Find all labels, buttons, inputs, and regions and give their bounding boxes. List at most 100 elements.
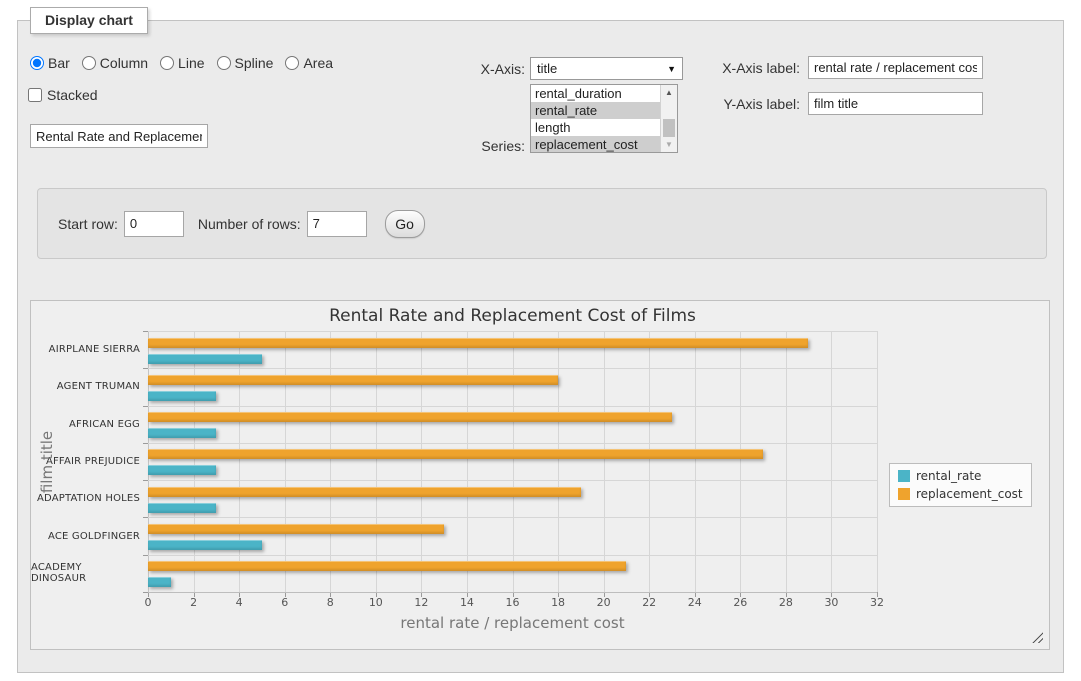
x-gridline bbox=[786, 331, 787, 592]
start-row-input[interactable] bbox=[124, 211, 184, 237]
chart-title-input[interactable] bbox=[30, 124, 208, 148]
series-option-rental_rate[interactable]: rental_rate bbox=[531, 102, 660, 119]
page: Display chart Bar Column Line Spline Area St… bbox=[0, 0, 1081, 681]
radio-spline[interactable] bbox=[217, 56, 231, 70]
x-gridline bbox=[740, 331, 741, 592]
x-tick-label: 26 bbox=[733, 596, 747, 609]
y-tick-mark bbox=[143, 443, 148, 444]
category-label: AIRPLANE SIERRA bbox=[31, 331, 140, 368]
chart-type-option-bar[interactable]: Bar bbox=[30, 55, 70, 71]
y-gridline bbox=[148, 555, 877, 556]
y-gridline bbox=[148, 443, 877, 444]
x-gridline bbox=[194, 331, 195, 592]
x-gridline bbox=[239, 331, 240, 592]
series-option-rental_duration[interactable]: rental_duration bbox=[531, 85, 660, 102]
legend-item-rental-rate[interactable]: rental_rate bbox=[898, 469, 1023, 483]
legend-label: replacement_cost bbox=[916, 487, 1023, 501]
radio-area[interactable] bbox=[285, 56, 299, 70]
x-gridline bbox=[831, 331, 832, 592]
go-button[interactable]: Go bbox=[385, 210, 425, 238]
chart-x-axis-title: rental rate / replacement cost bbox=[148, 614, 877, 632]
series-scrollbar[interactable]: ▲ ▼ bbox=[660, 85, 677, 152]
x-tick-label: 20 bbox=[597, 596, 611, 609]
bar-replacement_cost[interactable] bbox=[148, 375, 558, 385]
y-axis-label-input[interactable] bbox=[808, 92, 983, 115]
x-gridline bbox=[649, 331, 650, 592]
x-tick-label: 24 bbox=[688, 596, 702, 609]
radio-label: Column bbox=[100, 55, 148, 71]
bar-replacement_cost[interactable] bbox=[148, 338, 808, 348]
rows-panel: Start row: Number of rows: Go bbox=[37, 188, 1047, 259]
bar-rental_rate[interactable] bbox=[148, 465, 216, 475]
x-tick-label: 16 bbox=[506, 596, 520, 609]
y-tick-mark bbox=[143, 368, 148, 369]
number-of-rows-label: Number of rows: bbox=[198, 216, 301, 232]
stacked-checkbox[interactable] bbox=[28, 88, 42, 102]
bar-replacement_cost[interactable] bbox=[148, 487, 581, 497]
legend-swatch bbox=[898, 470, 910, 482]
x-tick-label: 0 bbox=[145, 596, 152, 609]
x-gridline bbox=[513, 331, 514, 592]
y-tick-mark bbox=[143, 406, 148, 407]
x-gridline bbox=[376, 331, 377, 592]
legend-item-replacement-cost[interactable]: replacement_cost bbox=[898, 487, 1023, 501]
chart-type-option-area[interactable]: Area bbox=[285, 55, 333, 71]
scrollbar-thumb[interactable] bbox=[663, 119, 675, 139]
bar-rental_rate[interactable] bbox=[148, 540, 262, 550]
number-of-rows-input[interactable] bbox=[307, 211, 367, 237]
bar-replacement_cost[interactable] bbox=[148, 449, 763, 459]
x-tick-label: 32 bbox=[870, 596, 884, 609]
stacked-option[interactable]: Stacked bbox=[28, 87, 98, 103]
y-gridline bbox=[148, 368, 877, 369]
resize-grip-icon[interactable] bbox=[1032, 632, 1043, 643]
bar-rental_rate[interactable] bbox=[148, 428, 216, 438]
radio-label: Spline bbox=[235, 55, 274, 71]
scroll-up-icon[interactable]: ▲ bbox=[661, 85, 677, 100]
series-listbox[interactable]: rental_durationrental_ratelengthreplacem… bbox=[530, 84, 678, 153]
x-gridline bbox=[285, 331, 286, 592]
fieldset-legend: Display chart bbox=[30, 7, 148, 34]
y-tick-mark bbox=[143, 555, 148, 556]
x-tick-label: 22 bbox=[642, 596, 656, 609]
x-tick-label: 28 bbox=[779, 596, 793, 609]
scroll-down-icon[interactable]: ▼ bbox=[661, 137, 677, 152]
chart-title: Rental Rate and Replacement Cost of Film… bbox=[148, 306, 877, 326]
x-tick-label: 14 bbox=[460, 596, 474, 609]
x-tick-label: 2 bbox=[190, 596, 197, 609]
radio-line[interactable] bbox=[160, 56, 174, 70]
y-gridline bbox=[148, 406, 877, 407]
y-tick-mark bbox=[143, 331, 148, 332]
bar-replacement_cost[interactable] bbox=[148, 412, 672, 422]
x-gridline bbox=[877, 331, 878, 592]
legend-swatch bbox=[898, 488, 910, 500]
x-axis-label-input[interactable] bbox=[808, 56, 983, 79]
x-gridline bbox=[604, 331, 605, 592]
chart-legend: rental_rate replacement_cost bbox=[889, 463, 1032, 507]
chart-type-option-line[interactable]: Line bbox=[160, 55, 204, 71]
bar-replacement_cost[interactable] bbox=[148, 561, 626, 571]
bar-rental_rate[interactable] bbox=[148, 354, 262, 364]
stacked-label: Stacked bbox=[47, 87, 98, 103]
y-tick-mark bbox=[143, 517, 148, 518]
chart-type-option-column[interactable]: Column bbox=[82, 55, 148, 71]
x-tick-label: 10 bbox=[369, 596, 383, 609]
category-label: ACADEMY DINOSAUR bbox=[31, 555, 140, 592]
radio-label: Bar bbox=[48, 55, 70, 71]
x-axis-select[interactable]: title ▼ bbox=[530, 57, 683, 80]
chart-type-option-spline[interactable]: Spline bbox=[217, 55, 274, 71]
series-option-replacement_cost[interactable]: replacement_cost bbox=[531, 136, 660, 152]
radio-label: Line bbox=[178, 55, 204, 71]
bar-rental_rate[interactable] bbox=[148, 391, 216, 401]
chart-container: Rental Rate and Replacement Cost of Film… bbox=[30, 300, 1050, 650]
y-gridline bbox=[148, 480, 877, 481]
radio-column[interactable] bbox=[82, 56, 96, 70]
series-label: Series: bbox=[430, 138, 525, 154]
y-tick-mark bbox=[143, 592, 148, 593]
bar-rental_rate[interactable] bbox=[148, 577, 171, 587]
x-tick-label: 12 bbox=[414, 596, 428, 609]
x-axis-label: X-Axis: bbox=[430, 61, 525, 77]
bar-rental_rate[interactable] bbox=[148, 503, 216, 513]
bar-replacement_cost[interactable] bbox=[148, 524, 444, 534]
series-option-length[interactable]: length bbox=[531, 119, 660, 136]
radio-bar[interactable] bbox=[30, 56, 44, 70]
